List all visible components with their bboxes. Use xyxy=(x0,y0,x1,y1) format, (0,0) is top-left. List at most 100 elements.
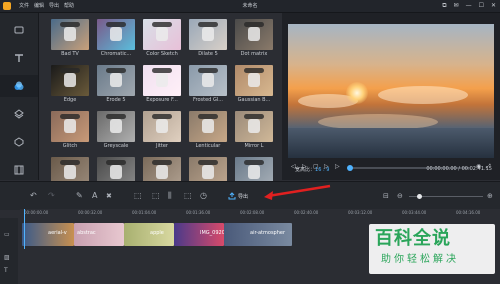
filter-label: Exposure F... xyxy=(146,97,178,103)
clip-label: air-atmospher xyxy=(250,230,286,236)
sidebar-item-text[interactable] xyxy=(0,47,38,69)
ruler-tick-label: 00:00:00.00 xyxy=(24,210,49,215)
filter-tile[interactable]: Jitter xyxy=(143,111,181,151)
filter-tile[interactable]: Lenticular xyxy=(189,111,227,151)
timeline-clip[interactable]: abstrac xyxy=(74,223,124,246)
timeline-clip[interactable]: air-atmospher xyxy=(224,223,292,246)
overlay-track-icon[interactable]: ▨ xyxy=(4,254,10,261)
filter-label: Greyscale xyxy=(103,143,129,149)
filter-tile[interactable]: Exposure F... xyxy=(143,65,181,105)
filter-tile[interactable]: Dilate 5 xyxy=(189,19,227,59)
aspect-ratio[interactable]: 宽高比：16 : 9 xyxy=(295,166,329,173)
filter-tile[interactable]: Dot matrix xyxy=(235,19,273,59)
resize-icon[interactable]: ⬚ xyxy=(152,191,160,201)
timecode: 00:00:00.00 / 00:02:41.15 xyxy=(426,166,492,172)
filter-label: Chromatic... xyxy=(100,51,132,57)
filter-thumbnail xyxy=(189,111,227,142)
ruler-tick-label: 00:04:16.00 xyxy=(456,210,481,215)
text-track-icon[interactable]: T xyxy=(4,267,8,274)
filter-thumbnail xyxy=(143,65,181,96)
filter-tile[interactable]: Chromatic... xyxy=(97,19,135,59)
pencil-icon[interactable]: ✎ xyxy=(76,191,83,201)
ruler-tick-label: 00:00:32.00 xyxy=(78,210,103,215)
sidebar-item-elements[interactable] xyxy=(0,131,38,153)
filter-tile[interactable]: Greyscale xyxy=(97,111,135,151)
clip-label: abstrac xyxy=(77,230,96,236)
filters-panel: Bad TV Chromatic... Color Sketch Dilate 5 Do… xyxy=(39,13,280,188)
filter-thumbnail xyxy=(51,65,89,96)
maximize-button[interactable]: ☐ xyxy=(479,1,484,11)
zoom-controls: ⊟ ⊖ ⊕ xyxy=(383,192,499,201)
filter-label: Dot matrix xyxy=(240,51,268,57)
text-icon xyxy=(15,54,23,62)
sidebar-item-transition[interactable] xyxy=(0,159,38,181)
message-icon[interactable]: ✉ xyxy=(454,1,459,11)
clock-icon[interactable]: ◷ xyxy=(200,191,207,201)
layers-icon xyxy=(14,109,24,119)
ruler-tick-label: 00:03:44.00 xyxy=(402,210,427,215)
elements-icon xyxy=(14,137,24,147)
filter-thumbnail xyxy=(189,65,227,96)
delete-icon[interactable]: ✖ xyxy=(106,191,112,201)
timeline-ruler[interactable]: 00:00:00.00 00:00:32.00 00:01:04.00 00:01:3… xyxy=(20,209,500,218)
sidebar-item-overlay[interactable] xyxy=(0,103,38,125)
preview-video xyxy=(288,24,494,158)
zoom-out-icon[interactable]: ⊖ xyxy=(397,192,403,200)
timeline-clip[interactable]: IMG_092001 xyxy=(174,223,224,246)
window-title: 未命名 xyxy=(242,3,258,9)
minimize-button[interactable]: — xyxy=(466,1,472,11)
zoom-handle[interactable] xyxy=(417,194,422,199)
filter-tile[interactable]: Frosted Gl... xyxy=(189,65,227,105)
video-track-icon[interactable]: ▭ xyxy=(4,231,10,238)
text-tool-icon[interactable]: A xyxy=(92,191,97,201)
sidebar-item-media[interactable] xyxy=(0,19,38,41)
filter-label: Jitter xyxy=(156,143,168,149)
aspect-ratio-label: 宽高比： xyxy=(295,167,316,173)
watermark-title: 百科全说 xyxy=(375,228,451,249)
filter-thumbnail xyxy=(51,19,89,50)
fit-timeline-icon[interactable]: ⊟ xyxy=(383,192,389,200)
filter-label: Glitch xyxy=(62,143,78,149)
filter-tile[interactable]: Glitch xyxy=(51,111,89,151)
sun-glow xyxy=(346,82,368,104)
ruler-tick-label: 00:02:08.00 xyxy=(240,210,265,215)
crop-icon[interactable]: ⬚ xyxy=(134,191,142,201)
watermark-subtitle: 助你轻松解决 xyxy=(381,254,459,265)
ruler-tick-label: 00:01:04.00 xyxy=(132,210,157,215)
playhead[interactable] xyxy=(24,209,25,249)
split-icon[interactable]: ⫼ xyxy=(168,191,172,201)
progress-handle[interactable] xyxy=(347,165,353,171)
ruler-tick-label: 00:01:36.00 xyxy=(186,210,211,215)
fit-icon[interactable]: ⬚ xyxy=(184,191,192,201)
undo-icon[interactable]: ↶ xyxy=(30,191,37,201)
close-button[interactable]: ✕ xyxy=(491,1,496,11)
timeline-clip[interactable]: aerial-v xyxy=(22,223,74,246)
aspect-ratio-value: 16 : 9 xyxy=(315,167,330,173)
filter-tile[interactable]: Edge xyxy=(51,65,89,105)
forward-icon[interactable]: ▷ xyxy=(335,163,340,170)
preview-panel: ◁ ▷ ▢ ▷ ▷ ◉ ⤢ 宽高比：16 : 9 00:00:00.00 / 0… xyxy=(282,13,500,180)
filter-tile[interactable]: Mirror L xyxy=(235,111,273,151)
filter-thumbnail xyxy=(235,65,273,96)
clip-label: IMG_092001 xyxy=(200,230,224,236)
filter-tile[interactable]: Erode 5 xyxy=(97,65,135,105)
filter-thumbnail xyxy=(235,19,273,50)
filter-tile[interactable]: Color Sketch xyxy=(143,19,181,59)
filter-tile[interactable]: Bad TV xyxy=(51,19,89,59)
filter-thumbnail xyxy=(97,65,135,96)
timeline-clip[interactable]: apple xyxy=(124,223,174,246)
filter-label: Dilate 5 xyxy=(198,51,218,57)
redo-icon[interactable]: ↷ xyxy=(48,191,55,201)
export-button[interactable]: 导出 xyxy=(228,190,262,202)
filter-thumbnail xyxy=(189,19,227,50)
filter-label: Gaussian B... xyxy=(237,97,271,103)
sidebar-item-filters[interactable] xyxy=(0,75,38,97)
watermark: 百科全说 助你轻松解决 xyxy=(369,224,495,274)
zoom-in-icon[interactable]: ⊕ xyxy=(487,192,493,200)
filter-tile[interactable]: Gaussian B... xyxy=(235,65,273,105)
ruler-tick-label: 00:03:12.00 xyxy=(348,210,373,215)
export-icon xyxy=(228,192,236,200)
filter-label: Frosted Gl... xyxy=(193,97,223,103)
clip-label: apple xyxy=(150,230,164,236)
restore-icon[interactable]: ⧉ xyxy=(442,1,446,11)
